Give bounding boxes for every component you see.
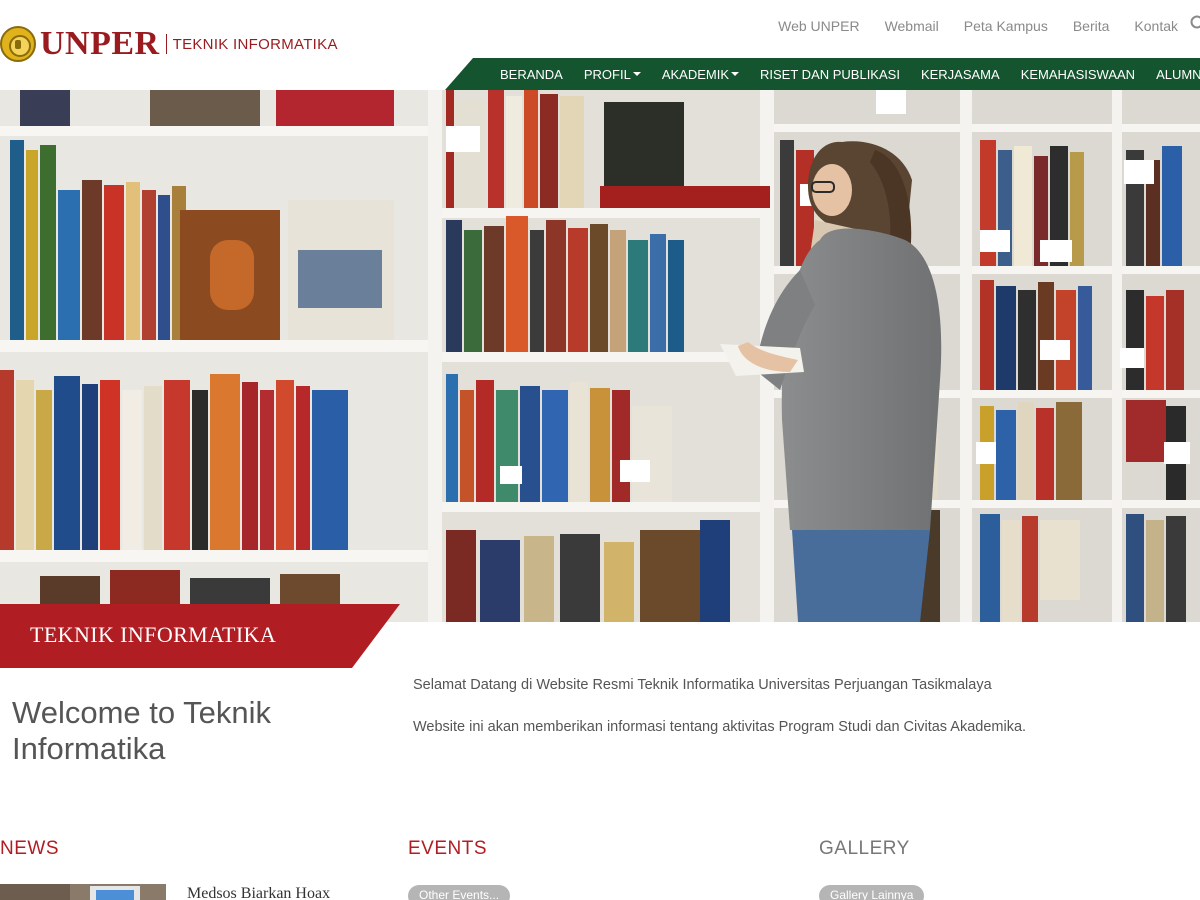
caret-down-icon — [632, 72, 641, 76]
caret-down-icon — [731, 72, 740, 76]
news-thumbnail-image — [0, 884, 166, 900]
top-links: Web UNPER Webmail Peta Kampus Berita Kon… — [753, 18, 1178, 34]
nav-kemahasiswaan-label: KEMAHASISWAAN — [1020, 66, 1136, 82]
nav-kerjasama-label: KERJASAMA — [920, 66, 1000, 82]
toplink-peta-kampus[interactable]: Peta Kampus — [964, 18, 1048, 34]
nav-kemahasiswaan[interactable]: KEMAHASISWAAN — [1021, 67, 1135, 82]
main-navigation: BERANDA PROFIL AKADEMIK RISET DAN PUBLIK… — [445, 58, 1200, 90]
gallery-section-title: GALLERY — [819, 838, 910, 859]
nav-akademik[interactable]: AKADEMIK — [661, 66, 740, 82]
nav-alumni-label: ALUMNI — [1156, 66, 1200, 82]
nav-profil[interactable]: PROFIL — [584, 67, 641, 82]
site-logo[interactable]: UNPER TEKNIK INFORMATIKA — [0, 24, 338, 64]
library-bookshelves-photo — [0, 90, 1200, 622]
toplink-webmail[interactable]: Webmail — [885, 18, 939, 34]
toplink-kontak[interactable]: Kontak — [1134, 18, 1178, 34]
logo-university-name: UNPER — [40, 25, 160, 62]
news-section-title: NEWS — [0, 838, 59, 859]
toplink-berita[interactable]: Berita — [1073, 18, 1110, 34]
logo-separator — [165, 34, 167, 54]
news-headline-link[interactable]: Medsos Biarkan Hoax — [187, 885, 330, 900]
events-section-title: EVENTS — [408, 838, 488, 859]
nav-riset-label: RISET DAN PUBLIKASI — [760, 66, 900, 82]
site-header: UNPER TEKNIK INFORMATIKA Web UNPER Webma… — [0, 0, 1200, 90]
nav-alumni[interactable]: ALUMNI — [1156, 67, 1200, 82]
toplink-web-unper[interactable]: Web UNPER — [778, 18, 859, 34]
nav-kerjasama[interactable]: KERJASAMA — [921, 67, 1000, 82]
nav-profil-label: PROFIL — [583, 66, 631, 82]
welcome-title: Welcome to Teknik Informatika — [12, 695, 272, 766]
gallery-more-button[interactable]: Gallery Lainnya — [819, 885, 925, 900]
hero-banner-title: TEKNIK INFORMATIKA — [30, 622, 277, 647]
other-events-button[interactable]: Other Events... — [408, 885, 511, 900]
university-emblem-icon — [0, 26, 36, 62]
search-icon[interactable] — [1190, 15, 1200, 33]
welcome-paragraph-2: Website ini akan memberikan informasi te… — [413, 719, 1027, 735]
nav-akademik-label: AKADEMIK — [661, 66, 730, 82]
nav-riset-dan-publikasi[interactable]: RISET DAN PUBLIKASI — [760, 67, 900, 82]
nav-beranda-label: BERANDA — [500, 66, 563, 82]
logo-department-name: TEKNIK INFORMATIKA — [172, 35, 338, 53]
hero-image-library — [0, 90, 1200, 622]
news-thumbnail[interactable] — [0, 884, 166, 900]
nav-beranda[interactable]: BERANDA — [500, 67, 563, 82]
welcome-paragraph-1: Selamat Datang di Website Resmi Teknik I… — [413, 677, 992, 693]
